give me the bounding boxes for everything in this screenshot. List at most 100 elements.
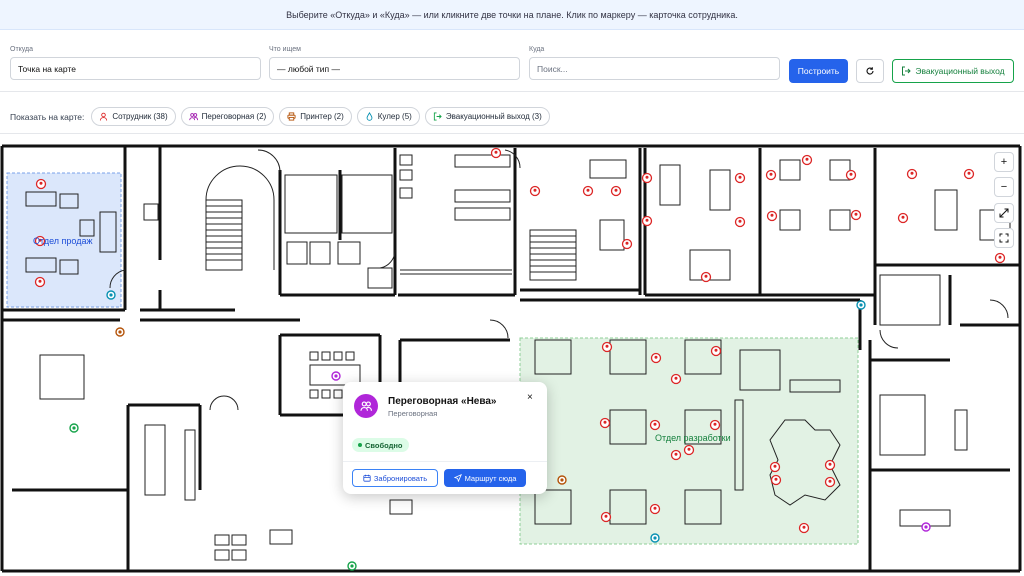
employee-marker-dot [770, 213, 774, 217]
employee-marker-dot [714, 348, 718, 352]
meeting-room-marker-dot [334, 374, 338, 378]
cooler-marker-dot [859, 303, 863, 307]
employee-marker-dot [901, 215, 905, 219]
fit-button[interactable] [994, 203, 1014, 223]
employee-marker-dot [39, 181, 43, 185]
filter-bar: Показать на карте: Сотрудник (38) Перего… [0, 100, 1024, 134]
filter-chip-printer[interactable]: Принтер (2) [279, 107, 352, 126]
book-button-label: Забронировать [373, 473, 428, 483]
people-icon [360, 401, 372, 411]
employee-marker-dot [674, 376, 678, 380]
room-popup-card: Переговорная «Нева» Переговорная × Свобо… [343, 382, 547, 494]
cooler-marker-dot [109, 293, 113, 297]
to-field: Куда Поиск... [529, 46, 780, 80]
employee-marker-dot [704, 274, 708, 278]
employee-marker-dot [713, 422, 717, 426]
route-here-button[interactable]: Маршрут сюда [444, 469, 526, 487]
employee-marker-dot [738, 175, 742, 179]
to-label: Куда [529, 46, 545, 53]
employee-marker-dot [653, 422, 657, 426]
fullscreen-button[interactable] [994, 228, 1014, 248]
status-text: Свободно [365, 440, 403, 450]
employee-marker-dot [645, 218, 649, 222]
employee-marker-dot [604, 514, 608, 518]
book-button[interactable]: Забронировать [352, 469, 438, 487]
evac-exit-marker-dot [350, 564, 354, 568]
printer-icon [287, 112, 296, 121]
employee-marker-dot [769, 172, 773, 176]
employee-marker-dot [38, 279, 42, 283]
employee-marker-dot [533, 188, 537, 192]
from-label: Откуда [10, 46, 34, 53]
employee-marker-dot [674, 452, 678, 456]
filter-chip-meeting-room[interactable]: Переговорная (2) [180, 107, 275, 126]
evac-exit-marker-dot [72, 426, 76, 430]
navigation-icon [453, 474, 462, 482]
employee-marker-dot [494, 150, 498, 154]
meeting-room-avatar [354, 394, 378, 418]
zoom-in-button[interactable]: + [994, 152, 1014, 172]
hint-text: Выберите «Откуда» и «Куда» — или кликнит… [286, 9, 738, 20]
to-search-input[interactable]: Поиск... [529, 57, 780, 80]
people-icon [188, 113, 198, 121]
zoom-out-button[interactable]: − [994, 177, 1014, 197]
from-input[interactable]: Точка на карте [10, 57, 261, 80]
floor-plan-map[interactable]: Отдел продаж Отдел разработки + − [0, 140, 1024, 576]
floor-plan[interactable] [0, 140, 1024, 576]
employee-marker-dot [738, 219, 742, 223]
drop-icon [366, 112, 373, 121]
reset-button[interactable] [856, 59, 884, 83]
employee-marker-dot [998, 255, 1002, 259]
dept-label-dev: Отдел разработки [655, 433, 731, 443]
build-route-button[interactable]: Построить [789, 59, 848, 83]
dept-name: Отдел разработки [655, 433, 731, 443]
employee-marker-dot [854, 212, 858, 216]
expand-icon [999, 208, 1009, 218]
fullscreen-icon [999, 233, 1009, 243]
employee-marker-dot [805, 157, 809, 161]
employee-marker-dot [687, 447, 691, 451]
employee-marker-dot [614, 188, 618, 192]
filter-chip-label: Эвакуационный выход (3) [445, 112, 542, 121]
filter-chip-label: Сотрудник (38) [112, 112, 168, 121]
employee-marker-dot [586, 188, 590, 192]
popup-title: Переговорная «Нева» [388, 396, 497, 407]
status-badge: Свободно [352, 438, 409, 452]
employee-marker-dot [654, 355, 658, 359]
evac-exit-label: Эвакуационный выход [915, 66, 1005, 76]
filter-chip-label: Принтер (2) [300, 112, 344, 121]
evac-exit-button[interactable]: Эвакуационный выход [892, 59, 1014, 83]
close-icon[interactable]: × [527, 392, 533, 403]
filter-chip-cooler[interactable]: Кулер (5) [356, 107, 420, 126]
filter-chip-employee[interactable]: Сотрудник (38) [91, 107, 176, 126]
employee-marker-dot [910, 171, 914, 175]
employee-marker-dot [849, 172, 853, 176]
employee-marker-dot [605, 344, 609, 348]
hint-banner: Выберите «Откуда» и «Куда» — или кликнит… [0, 0, 1024, 30]
filter-chip-evac-exit[interactable]: Эвакуационный выход (3) [424, 107, 550, 126]
filter-chip-label: Переговорная (2) [201, 112, 267, 121]
employee-marker-dot [653, 506, 657, 510]
exit-icon [433, 112, 442, 121]
status-dot [358, 443, 362, 447]
employee-marker-dot [828, 462, 832, 466]
employee-marker-dot [967, 171, 971, 175]
employee-marker-dot [625, 241, 629, 245]
filter-chip-label: Кулер (5) [377, 112, 412, 121]
exit-icon [902, 66, 912, 76]
dept-label-sales: Отдел продаж [33, 236, 93, 246]
employee-marker-dot [773, 464, 777, 468]
employee-marker-dot [603, 420, 607, 424]
calendar-icon [363, 474, 371, 482]
employee-marker-dot [828, 479, 832, 483]
what-label: Что ищем [269, 46, 301, 53]
dept-name: Отдел продаж [33, 236, 93, 246]
from-field: Откуда Точка на карте [10, 46, 261, 80]
meeting-room-marker-dot [924, 525, 928, 529]
what-select[interactable]: — любой тип — [269, 57, 520, 80]
route-here-label: Маршрут сюда [464, 473, 517, 483]
cooler-marker-dot [653, 536, 657, 540]
employee-marker-dot [774, 477, 778, 481]
employee-marker-dot [802, 525, 806, 529]
popup-subtitle: Переговорная [388, 409, 438, 418]
